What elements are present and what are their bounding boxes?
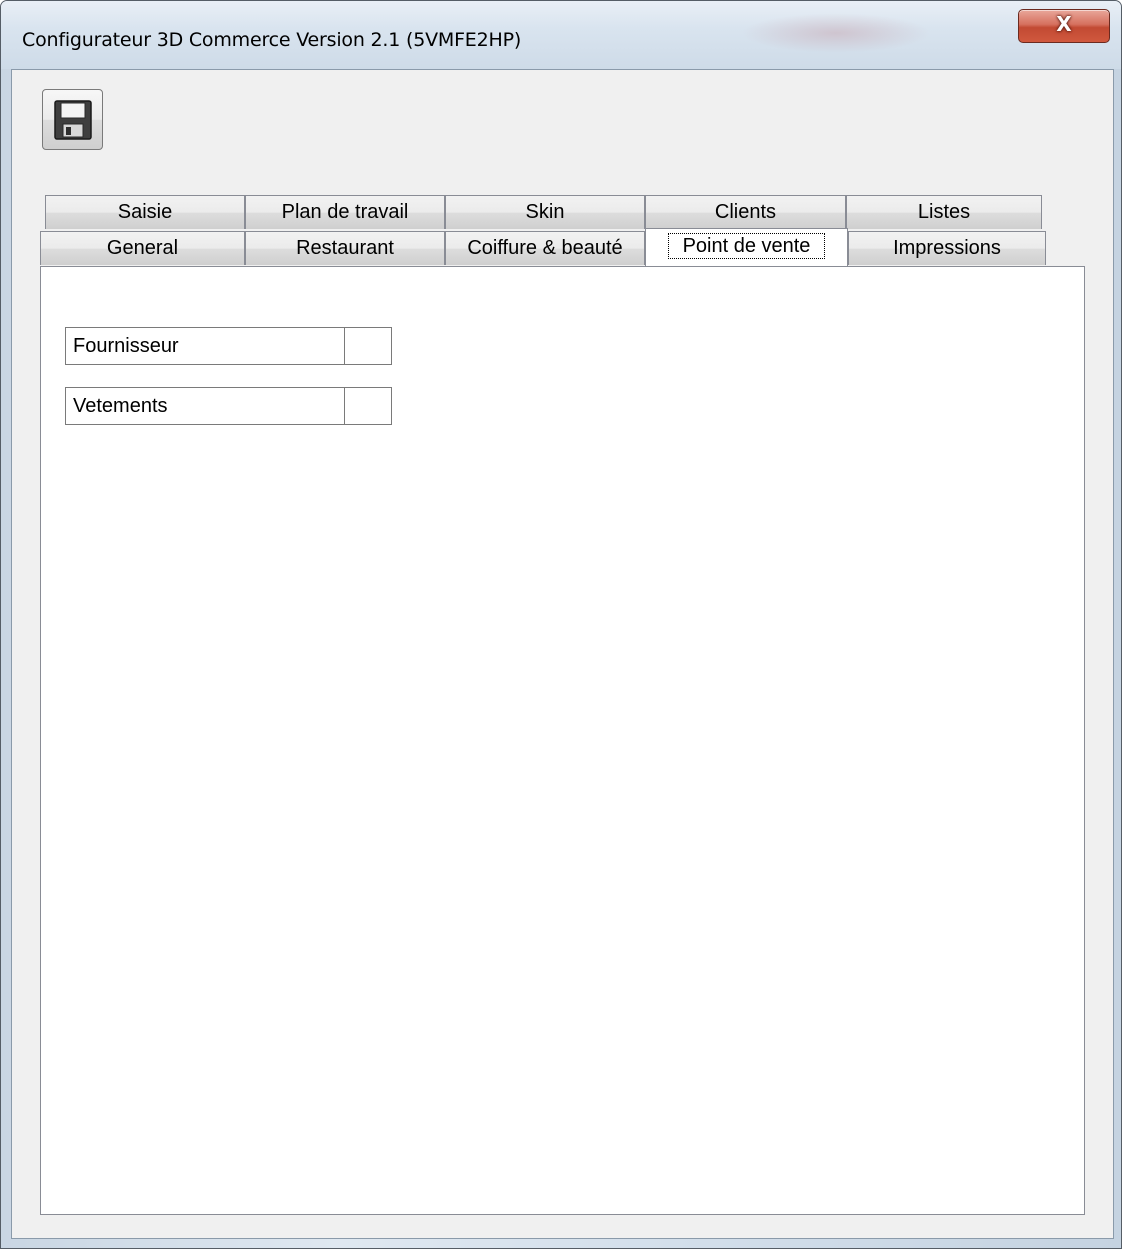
tab-clients[interactable]: Clients (645, 195, 846, 229)
option-label: Vetements (73, 395, 168, 417)
vetements-checkbox[interactable] (344, 388, 391, 424)
tab-skin[interactable]: Skin (445, 195, 645, 229)
tab-point-de-vente[interactable]: Point de vente (645, 228, 848, 266)
floppy-disk-icon (54, 100, 92, 140)
tab-restaurant[interactable]: Restaurant (245, 231, 445, 265)
tab-coiffure-beaute[interactable]: Coiffure & beauté (445, 231, 645, 265)
tab-saisie[interactable]: Saisie (45, 195, 245, 229)
tab-label: Plan de travail (281, 201, 409, 223)
tab-label: Clients (714, 201, 777, 223)
close-icon: X (1056, 12, 1072, 36)
save-button[interactable] (42, 89, 103, 150)
tab-label: Point de vente (667, 233, 826, 259)
tab-plan-de-travail[interactable]: Plan de travail (245, 195, 445, 229)
tab-general[interactable]: General (40, 231, 245, 265)
option-row-fournisseur: Fournisseur (65, 327, 392, 365)
tab-label: Skin (525, 201, 565, 223)
tab-listes[interactable]: Listes (846, 195, 1042, 229)
tab-impressions[interactable]: Impressions (848, 231, 1046, 265)
tab-label: Restaurant (296, 237, 394, 259)
title-bar[interactable]: Configurateur 3D Commerce Version 2.1 (5… (1, 1, 1121, 69)
window-title: Configurateur 3D Commerce Version 2.1 (5… (22, 29, 522, 51)
client-area: Saisie Plan de travail Skin Clients List… (11, 69, 1114, 1239)
tab-label: General (106, 237, 179, 259)
close-button[interactable]: X (1018, 9, 1110, 43)
tab-label: Saisie (117, 201, 173, 223)
tab-label: Listes (917, 201, 971, 223)
option-label: Fournisseur (73, 335, 179, 357)
fournisseur-checkbox[interactable] (344, 328, 391, 364)
tab-label: Coiffure & beauté (467, 237, 623, 259)
option-row-vetements: Vetements (65, 387, 392, 425)
tab-label: Impressions (893, 237, 1001, 259)
app-window: Configurateur 3D Commerce Version 2.1 (5… (0, 0, 1122, 1249)
tab-page-point-de-vente: Fournisseur Vetements (40, 266, 1085, 1215)
